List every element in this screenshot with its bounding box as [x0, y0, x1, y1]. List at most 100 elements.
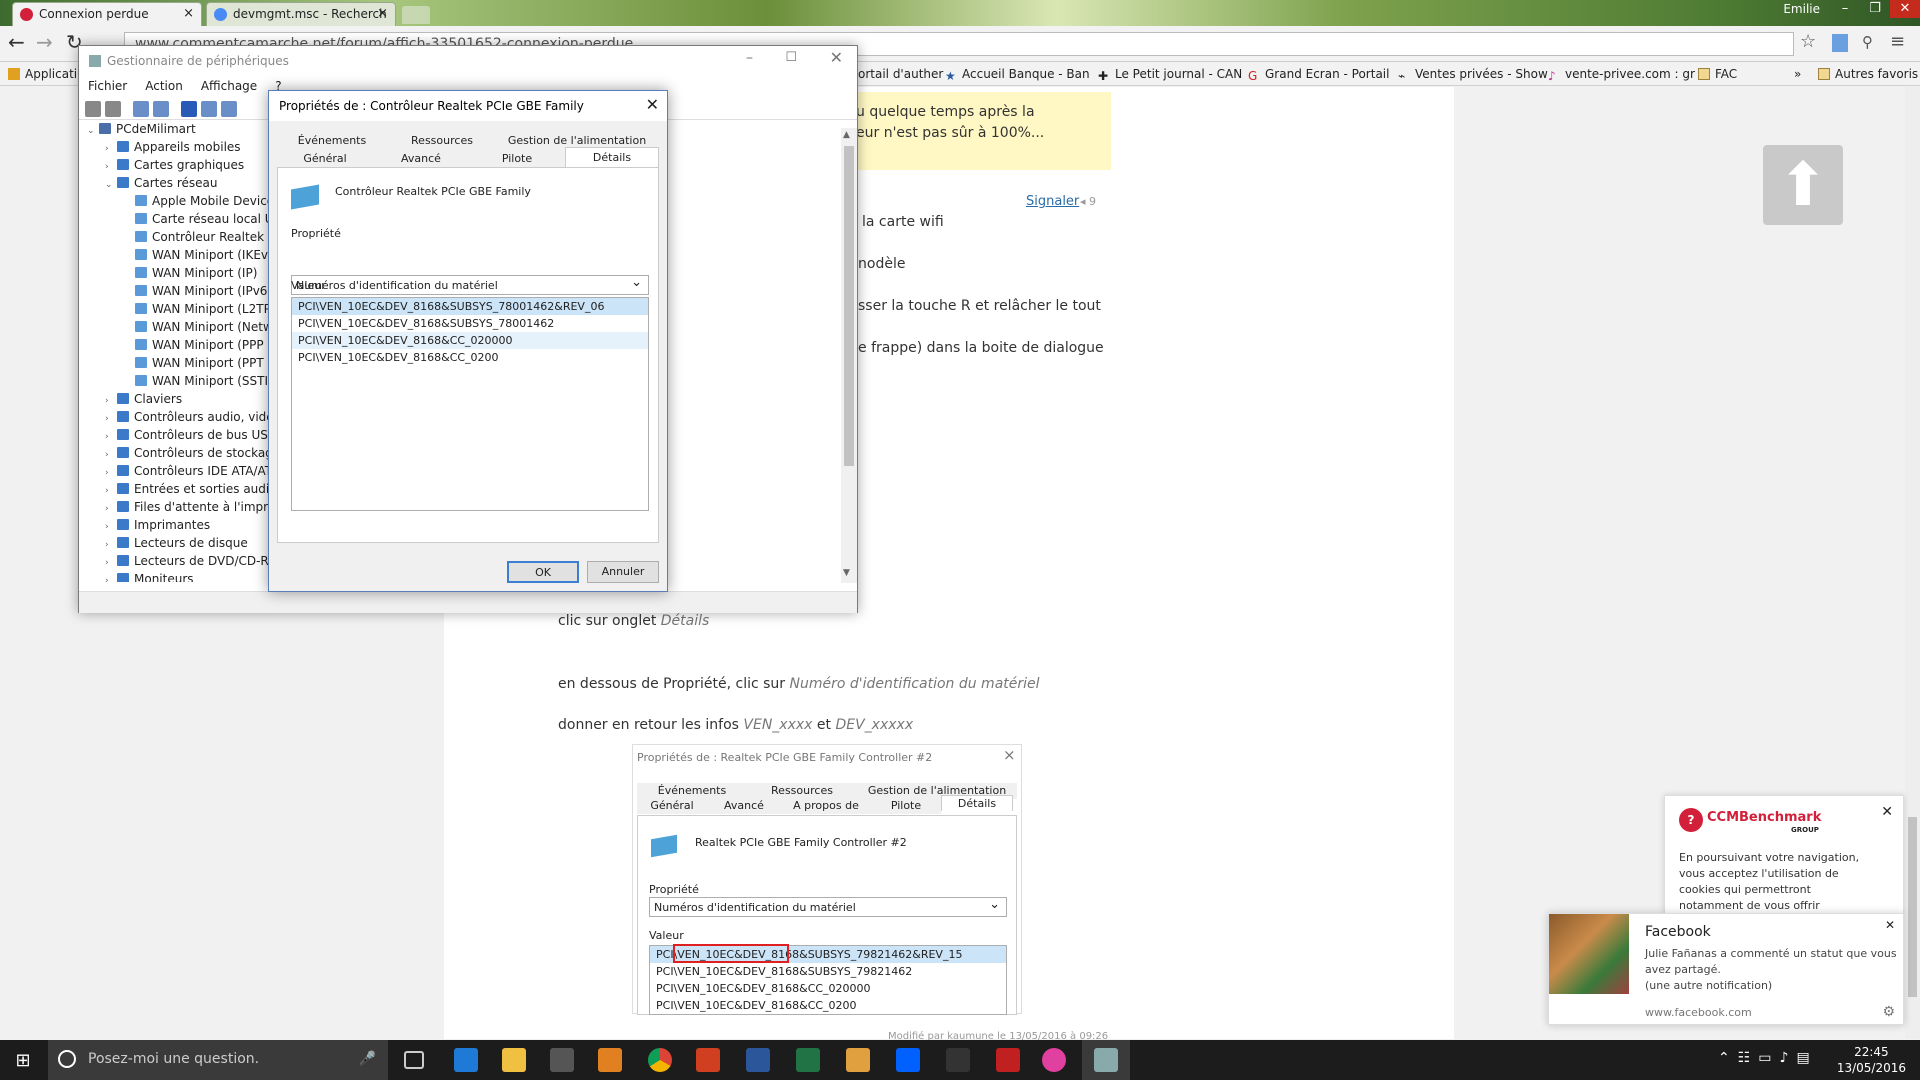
taskbar-clock[interactable]: 22:45 13/05/2016 [1837, 1044, 1906, 1076]
media-icon[interactable] [846, 1048, 870, 1072]
close-icon[interactable]: ✕ [646, 95, 659, 114]
bookmark-petit-journal[interactable]: ✚ Le Petit journal - CAN [1098, 67, 1242, 83]
task-view-icon[interactable] [404, 1051, 424, 1069]
expand-toggle-icon[interactable]: › [105, 540, 117, 550]
bookmark-vente-privee[interactable]: ♪ vente-privee.com : gr [1548, 67, 1695, 83]
expand-toggle-icon[interactable]: › [105, 414, 117, 424]
minimize-icon[interactable]: – [746, 50, 753, 66]
back-icon[interactable]: ← [8, 30, 25, 54]
scrollbar-thumb[interactable] [844, 146, 854, 466]
close-tab-icon[interactable]: × [377, 6, 388, 21]
page-scrollbar[interactable] [1905, 87, 1920, 1039]
chrome-icon[interactable] [648, 1048, 672, 1072]
back-icon[interactable] [85, 101, 101, 117]
expand-toggle-icon[interactable]: › [105, 576, 117, 582]
property-dropdown[interactable]: Numéros d'identification du matériel [291, 275, 649, 295]
close-icon[interactable]: ✕ [1881, 804, 1893, 820]
store-icon[interactable] [550, 1048, 574, 1072]
start-button[interactable]: ⊞ [0, 1040, 46, 1080]
tab-avance[interactable]: Avancé [373, 151, 469, 167]
close-tab-icon[interactable]: × [183, 6, 194, 21]
tab-general[interactable]: Général [277, 151, 373, 167]
bookmark-apps[interactable]: Applicati [8, 67, 77, 81]
expand-toggle-icon[interactable]: › [105, 486, 117, 496]
acrobat-icon[interactable] [996, 1048, 1020, 1072]
view-icon[interactable] [133, 101, 149, 117]
help-icon[interactable] [181, 101, 197, 117]
itunes-icon[interactable] [1042, 1048, 1066, 1072]
device-manager-taskbar-button[interactable] [1082, 1040, 1130, 1080]
list-item[interactable]: PCI\VEN_10EC&DEV_8168&SUBSYS_78001462&RE… [292, 298, 648, 315]
bookmark-portail[interactable]: ortail d'auther [858, 67, 943, 81]
expand-toggle-icon[interactable]: › [105, 504, 117, 514]
app-icon[interactable] [946, 1048, 970, 1072]
new-tab-button[interactable] [402, 6, 430, 24]
properties-icon[interactable] [201, 101, 217, 117]
expand-toggle-icon[interactable]: › [105, 558, 117, 568]
close-window-icon[interactable]: ✕ [1890, 0, 1920, 18]
facebook-notification[interactable]: Facebook Julie Fañanas a commenté un sta… [1548, 913, 1904, 1025]
chrome-user-name[interactable]: Emilie [1783, 2, 1820, 16]
menu-fichier[interactable]: Fichier [88, 79, 127, 93]
expand-toggle-icon[interactable]: › [105, 162, 117, 172]
cancel-button[interactable]: Annuler [587, 561, 659, 583]
gear-icon[interactable]: ⚙ [1882, 1004, 1895, 1020]
bookmark-grand-ecran[interactable]: G Grand Ecran - Portail [1248, 67, 1389, 83]
restore-icon[interactable]: ❐ [1860, 0, 1890, 18]
maximize-icon[interactable]: ☐ [785, 50, 797, 65]
list-item[interactable]: PCI\VEN_10EC&DEV_8168&CC_0200 [292, 349, 648, 366]
app-icon[interactable] [696, 1048, 720, 1072]
expand-toggle-icon[interactable]: ⌄ [105, 180, 117, 190]
tab-evenements[interactable]: Événements [277, 133, 387, 149]
close-icon[interactable]: ✕ [1885, 918, 1895, 932]
menu-icon[interactable]: ≡ [1890, 31, 1905, 52]
tab-details[interactable]: Détails [565, 147, 659, 167]
location-icon[interactable]: ⚲ [1862, 33, 1873, 51]
scroll-to-top-button[interactable]: ⬆ [1763, 145, 1843, 225]
forward-icon[interactable] [105, 101, 121, 117]
properties-dialog[interactable]: Propriétés de : Contrôleur Realtek PCIe … [268, 90, 668, 592]
monitor-icon[interactable] [221, 101, 237, 117]
close-icon[interactable]: ✕ [830, 48, 843, 67]
forward-icon[interactable]: → [36, 30, 53, 54]
list-icon[interactable] [153, 101, 169, 117]
bookmark-fac[interactable]: FAC [1698, 67, 1737, 81]
expand-toggle-icon[interactable]: › [105, 522, 117, 532]
vote-count[interactable]: ◂ 9 [1080, 195, 1096, 208]
app-icon[interactable] [598, 1048, 622, 1072]
tab-ressources[interactable]: Ressources [387, 133, 497, 149]
tab-connexion-perdue[interactable]: Connexion perdue × [12, 2, 202, 26]
expand-toggle-icon[interactable]: › [105, 396, 117, 406]
extension-icon[interactable] [1832, 34, 1848, 52]
expand-toggle-icon[interactable]: ⌄ [87, 126, 99, 136]
expand-toggle-icon[interactable]: › [105, 468, 117, 478]
list-item[interactable]: PCI\VEN_10EC&DEV_8168&CC_020000 [292, 332, 648, 349]
bookmark-accueil-banque[interactable]: ★ Accueil Banque - Ban [945, 67, 1090, 83]
tab-pilote[interactable]: Pilote [469, 151, 565, 167]
scroll-up-icon[interactable]: ▲ [843, 130, 850, 140]
microphone-icon[interactable]: 🎤 [359, 1051, 376, 1067]
menu-affichage[interactable]: Affichage [201, 79, 257, 93]
list-item[interactable]: PCI\VEN_10EC&DEV_8168&SUBSYS_78001462 [292, 315, 648, 332]
ok-button[interactable]: OK [507, 561, 579, 583]
bookmarks-overflow[interactable]: » [1794, 67, 1801, 81]
minimize-icon[interactable]: – [1830, 0, 1860, 18]
edge-icon[interactable] [454, 1048, 478, 1072]
report-link[interactable]: Signaler [1026, 194, 1079, 209]
excel-icon[interactable] [796, 1048, 820, 1072]
system-tray[interactable]: ⌃☷▭♪▤ [1718, 1050, 1818, 1066]
expand-toggle-icon[interactable]: › [105, 144, 117, 154]
device-tree-scrollbar[interactable]: ▲ ▼ [841, 128, 857, 583]
notification-link[interactable]: www.facebook.com [1645, 1006, 1752, 1019]
word-icon[interactable] [746, 1048, 770, 1072]
menu-action[interactable]: Action [145, 79, 183, 93]
bookmark-ventes-privees[interactable]: ⌁ Ventes privées - Show [1398, 67, 1548, 83]
bookmark-star-icon[interactable]: ☆ [1800, 31, 1816, 52]
scroll-down-icon[interactable]: ▼ [843, 568, 850, 578]
dropbox-icon[interactable] [896, 1048, 920, 1072]
expand-toggle-icon[interactable]: › [105, 432, 117, 442]
tab-devmgmt-search[interactable]: devmgmt.msc - Recherch × [206, 2, 396, 26]
cortana-search[interactable]: Posez-moi une question. 🎤 [48, 1040, 388, 1080]
value-list[interactable]: PCI\VEN_10EC&DEV_8168&SUBSYS_78001462&RE… [291, 297, 649, 511]
bookmark-autres-favoris[interactable]: Autres favoris [1818, 67, 1918, 81]
